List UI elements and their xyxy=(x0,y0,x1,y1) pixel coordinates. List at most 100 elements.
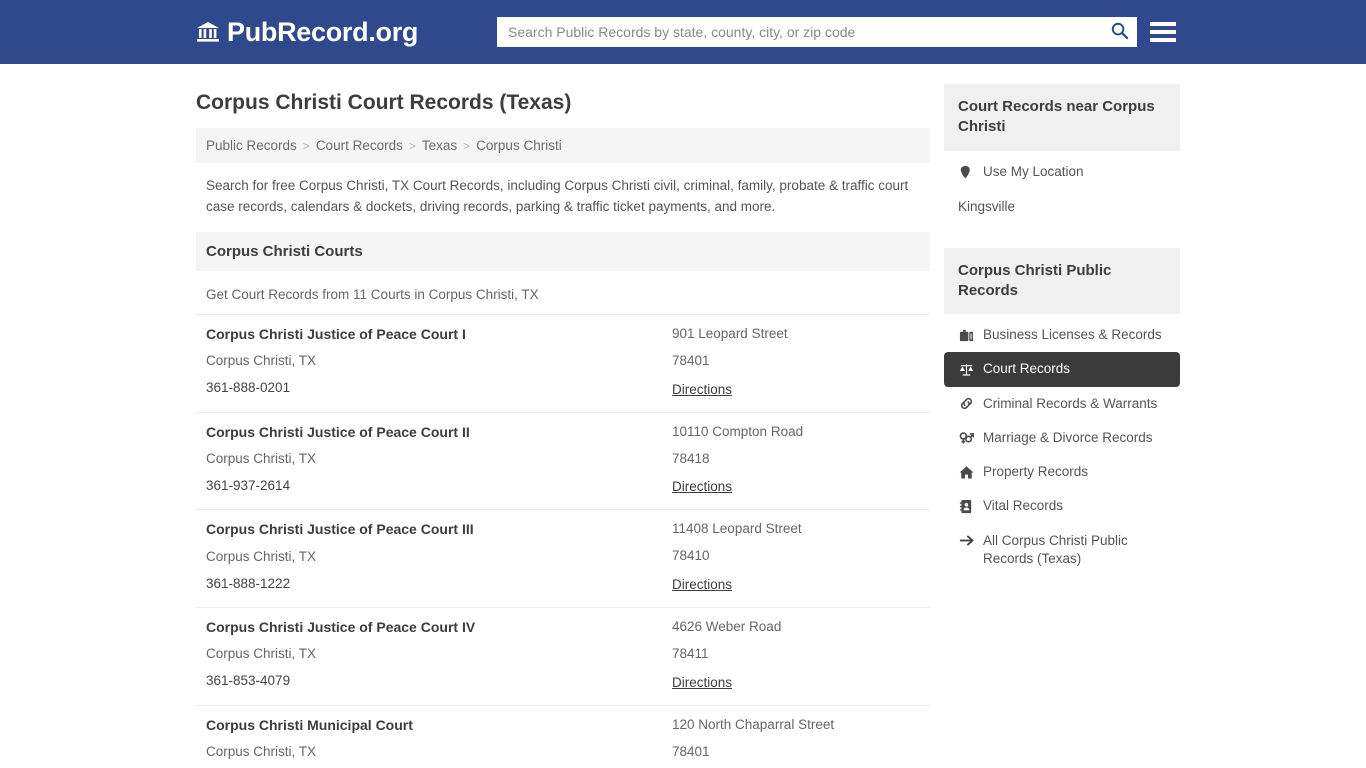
breadcrumb-separator-icon: > xyxy=(408,138,416,153)
breadcrumb-separator-icon: > xyxy=(463,138,471,153)
court-address-cell: 4626 Weber Road 78411 Directions xyxy=(672,619,920,692)
page-intro-text: Search for free Corpus Christi, TX Court… xyxy=(206,178,909,215)
hamburger-menu-icon xyxy=(1150,30,1176,34)
address-book-icon xyxy=(958,498,974,514)
sidebar-item-court-records[interactable]: Court Records xyxy=(944,352,1180,387)
sidebar-item-property-records[interactable]: Property Records xyxy=(944,455,1180,489)
sidebar-item-label: Business Licenses & Records xyxy=(983,327,1162,343)
sidebar-records-list: Business Licenses & Records Court Record… xyxy=(944,314,1180,584)
use-my-location-button[interactable]: Use My Location xyxy=(944,155,1180,189)
site-logo-link[interactable]: PubRecord.org xyxy=(196,16,419,47)
breadcrumb-item-court-records[interactable]: Court Records xyxy=(316,138,403,153)
court-street: 10110 Compton Road xyxy=(672,423,804,439)
sidebar-item-label: Criminal Records & Warrants xyxy=(983,395,1158,411)
court-name: Corpus Christi Municipal Court xyxy=(206,716,413,733)
court-street: 4626 Weber Road xyxy=(672,619,782,635)
court-address-cell: 11408 Leopard Street 78410 Directions xyxy=(672,522,920,594)
breadcrumb: Public Records > Court Records > Texas >… xyxy=(196,128,930,164)
directions-link[interactable]: Directions xyxy=(672,675,732,690)
sidebar-item-label: Property Records xyxy=(983,464,1089,480)
court-info-cell: Corpus Christi Justice of Peace Court IV… xyxy=(206,619,672,692)
court-phone[interactable]: 361-853-4079 xyxy=(206,673,672,689)
table-row: Corpus Christi Justice of Peace Court I … xyxy=(196,314,930,412)
chain-link-icon xyxy=(958,396,974,412)
bank-columns-icon xyxy=(196,20,220,44)
court-info-cell: Corpus Christi Justice of Peace Court I … xyxy=(206,326,672,399)
directions-link[interactable]: Directions xyxy=(672,577,732,592)
map-pin-icon xyxy=(958,164,974,180)
court-address-cell: 901 Leopard Street 78401 Directions xyxy=(672,326,920,399)
sidebar-nearby-list: Use My Location Kingsville xyxy=(944,151,1180,226)
court-zip: 78418 xyxy=(672,450,710,466)
breadcrumb-item-texas[interactable]: Texas xyxy=(422,138,457,153)
court-info-cell: Corpus Christi Justice of Peace Court II… xyxy=(206,423,672,497)
court-name: Corpus Christi Justice of Peace Court II xyxy=(206,423,470,440)
breadcrumb-item-public-records[interactable]: Public Records xyxy=(206,138,297,153)
sidebar-item-label: Court Records xyxy=(983,361,1071,377)
venus-mars-icon xyxy=(958,430,974,446)
court-zip: 78411 xyxy=(672,645,709,661)
sidebar-heading-public-records: Corpus Christi Public Records xyxy=(944,247,1180,315)
court-city: Corpus Christi, TX xyxy=(206,548,317,564)
court-city: Corpus Christi, TX xyxy=(206,451,317,467)
directions-link[interactable]: Directions xyxy=(672,382,732,397)
sidebar-item-label: Vital Records xyxy=(983,498,1064,514)
court-phone[interactable]: 361-937-2614 xyxy=(206,478,672,494)
site-brand-name: PubRecord.org xyxy=(227,16,419,47)
hamburger-menu-icon xyxy=(1150,22,1176,26)
table-row: Corpus Christi Justice of Peace Court II… xyxy=(196,509,930,607)
directions-link[interactable]: Directions xyxy=(672,479,732,494)
hamburger-menu-icon xyxy=(1150,38,1176,42)
court-info-cell: Corpus Christi Municipal Court Corpus Ch… xyxy=(206,716,672,768)
court-phone[interactable]: 361-888-0201 xyxy=(206,380,672,396)
sidebar-item-business-licenses[interactable]: Business Licenses & Records xyxy=(944,318,1180,352)
court-city: Corpus Christi, TX xyxy=(206,353,317,369)
sidebar-item-all-public-records[interactable]: All Corpus Christi Public Records (Texas… xyxy=(944,524,1180,576)
table-row: Corpus Christi Justice of Peace Court IV… xyxy=(196,607,930,705)
page-container: Corpus Christi Court Records (Texas) Pub… xyxy=(0,64,1366,768)
site-header: PubRecord.org xyxy=(0,0,1366,64)
court-zip: 78410 xyxy=(672,548,710,564)
sidebar-item-criminal-records[interactable]: Criminal Records & Warrants xyxy=(944,387,1180,421)
main-column: Corpus Christi Court Records (Texas) Pub… xyxy=(196,64,930,768)
court-city: Corpus Christi, TX xyxy=(206,744,317,760)
court-phone[interactable]: 361-888-1222 xyxy=(206,576,672,592)
home-icon xyxy=(958,464,974,480)
court-address-cell: 120 North Chaparral Street 78401 Directi… xyxy=(672,716,920,768)
search-icon xyxy=(1110,21,1129,43)
court-info-cell: Corpus Christi Justice of Peace Court II… xyxy=(206,522,672,594)
search-input[interactable] xyxy=(498,18,1102,46)
courts-section-heading: Corpus Christi Courts xyxy=(196,232,930,272)
court-street: 901 Leopard Street xyxy=(672,326,788,342)
search-bar xyxy=(497,17,1137,47)
sidebar-item-vital-records[interactable]: Vital Records xyxy=(944,489,1180,523)
sidebar: Court Records near Corpus Christi Use My… xyxy=(944,64,1180,584)
sidebar-heading-nearby: Court Records near Corpus Christi xyxy=(944,84,1180,151)
sidebar-item-label: Marriage & Divorce Records xyxy=(983,429,1153,445)
court-zip: 78401 xyxy=(672,352,710,368)
use-my-location-label: Use My Location xyxy=(983,163,1084,179)
court-city: Corpus Christi, TX xyxy=(206,646,317,662)
nearby-city-link-kingsville[interactable]: Kingsville xyxy=(958,199,1015,214)
breadcrumb-item-corpus-christi[interactable]: Corpus Christi xyxy=(476,138,562,153)
sidebar-item-label: All Corpus Christi Public Records (Texas… xyxy=(983,532,1128,566)
nearby-city-item: Kingsville xyxy=(944,189,1180,218)
arrow-right-icon xyxy=(958,533,974,549)
table-row: Corpus Christi Justice of Peace Court II… xyxy=(196,411,930,510)
court-name: Corpus Christi Justice of Peace Court IV xyxy=(206,619,476,636)
table-row: Corpus Christi Municipal Court Corpus Ch… xyxy=(196,704,930,768)
scales-of-justice-icon xyxy=(958,361,974,377)
breadcrumb-separator-icon: > xyxy=(302,138,310,153)
briefcase-icon xyxy=(958,327,974,343)
hamburger-menu-button[interactable] xyxy=(1150,20,1176,44)
search-button[interactable] xyxy=(1102,18,1136,46)
sidebar-item-marriage-divorce[interactable]: Marriage & Divorce Records xyxy=(944,421,1180,455)
court-zip: 78401 xyxy=(672,743,710,759)
courts-section-subheading: Get Court Records from 11 Courts in Corp… xyxy=(206,287,539,303)
court-address-cell: 10110 Compton Road 78418 Directions xyxy=(672,423,920,497)
court-street: 11408 Leopard Street xyxy=(672,521,802,537)
court-street: 120 North Chaparral Street xyxy=(672,716,835,732)
court-name: Corpus Christi Justice of Peace Court II… xyxy=(206,521,474,538)
court-name: Corpus Christi Justice of Peace Court I xyxy=(206,326,466,343)
